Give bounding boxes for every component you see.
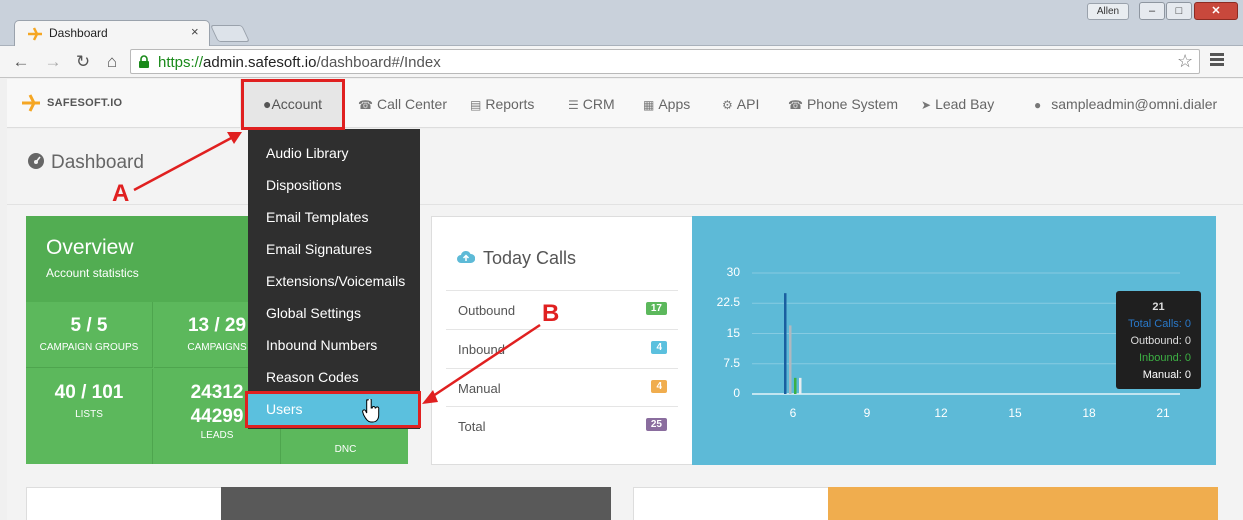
hand-cursor-icon: [362, 399, 380, 423]
annotation-arrows: [133, 132, 541, 404]
annotation-label-b: B: [542, 300, 560, 327]
annotation-label-a: A: [112, 180, 130, 207]
